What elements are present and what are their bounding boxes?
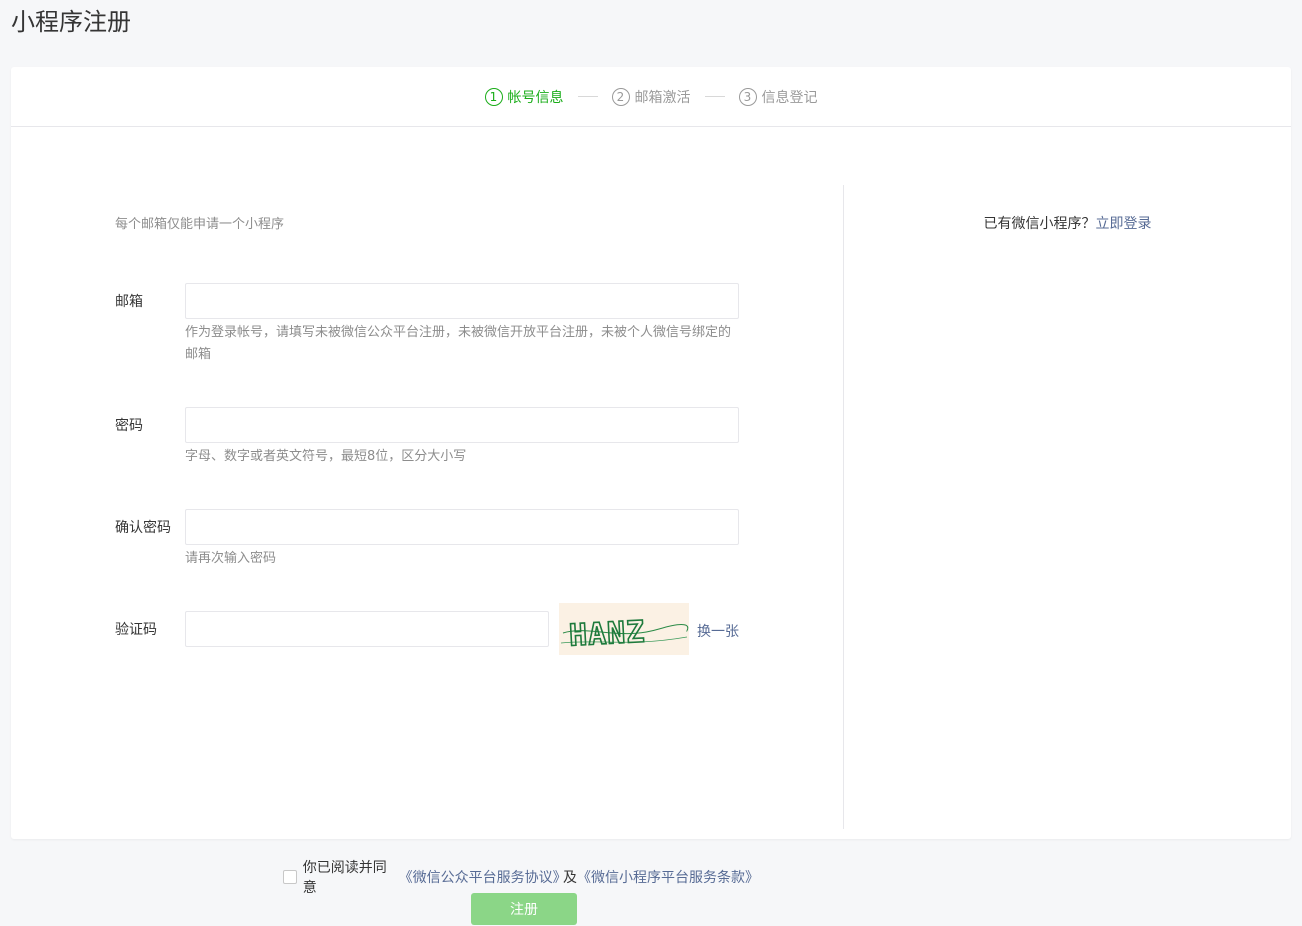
captcha-text: HANZ xyxy=(568,615,646,654)
password-hint: 字母、数字或者英文符号，最短8位，区分大小写 xyxy=(185,449,467,464)
captcha-label: 验证码 xyxy=(115,622,157,638)
agree-checkbox[interactable] xyxy=(283,870,297,884)
step-number-2: 2 xyxy=(611,87,630,106)
captcha-field[interactable] xyxy=(185,611,549,647)
register-button[interactable]: 注册 xyxy=(471,893,577,925)
confirm-password-field[interactable] xyxy=(185,509,739,545)
step-separator xyxy=(577,96,598,97)
step-separator xyxy=(704,96,725,97)
email-field[interactable] xyxy=(185,283,739,319)
form-tip: 每个邮箱仅能申请一个小程序 xyxy=(115,217,285,232)
step-account-info: 1 帐号信息 xyxy=(484,87,564,107)
miniprogram-terms-link[interactable]: 《微信小程序平台服务条款》 xyxy=(577,867,759,887)
step-number-1: 1 xyxy=(484,87,503,106)
agreement-middle: 及 xyxy=(562,870,577,886)
email-label: 邮箱 xyxy=(115,294,143,310)
captcha-refresh-link[interactable]: 换一张 xyxy=(697,621,739,641)
registration-card: 1 帐号信息 2 邮箱激活 3 信息登记 每个邮箱仅能申请一个小程序 邮箱 作为… xyxy=(11,67,1291,925)
email-hint: 作为登录帐号，请填写未被微信公众平台注册，未被微信开放平台注册，未被个人微信号绑… xyxy=(185,325,732,362)
column-divider xyxy=(843,185,844,829)
login-prompt-text: 已有微信小程序？ xyxy=(983,216,1096,232)
step-number-3: 3 xyxy=(738,87,757,106)
agreement-row: 你已阅读并同意 《微信公众平台服务协议》 及 《微信小程序平台服务条款》 xyxy=(283,857,759,897)
step-label: 信息登记 xyxy=(761,89,818,106)
step-info-registration: 3 信息登记 xyxy=(738,87,818,107)
confirm-password-hint: 请再次输入密码 xyxy=(185,551,277,566)
step-indicator: 1 帐号信息 2 邮箱激活 3 信息登记 xyxy=(11,67,1291,127)
password-field[interactable] xyxy=(185,407,739,443)
confirm-password-label: 确认密码 xyxy=(115,520,171,536)
login-link[interactable]: 立即登录 xyxy=(1096,216,1152,232)
step-email-activation: 2 邮箱激活 xyxy=(611,87,691,107)
captcha-image[interactable]: HANZ xyxy=(559,603,689,655)
login-prompt: 已有微信小程序？立即登录 xyxy=(844,213,1291,233)
service-agreement-link[interactable]: 《微信公众平台服务协议》 xyxy=(399,867,567,887)
page-title: 小程序注册 xyxy=(11,8,131,36)
step-label: 邮箱激活 xyxy=(634,89,691,106)
captcha-svg: HANZ xyxy=(560,614,689,654)
agreement-prefix: 你已阅读并同意 xyxy=(302,860,387,896)
step-label: 帐号信息 xyxy=(507,89,564,106)
password-label: 密码 xyxy=(115,418,143,434)
